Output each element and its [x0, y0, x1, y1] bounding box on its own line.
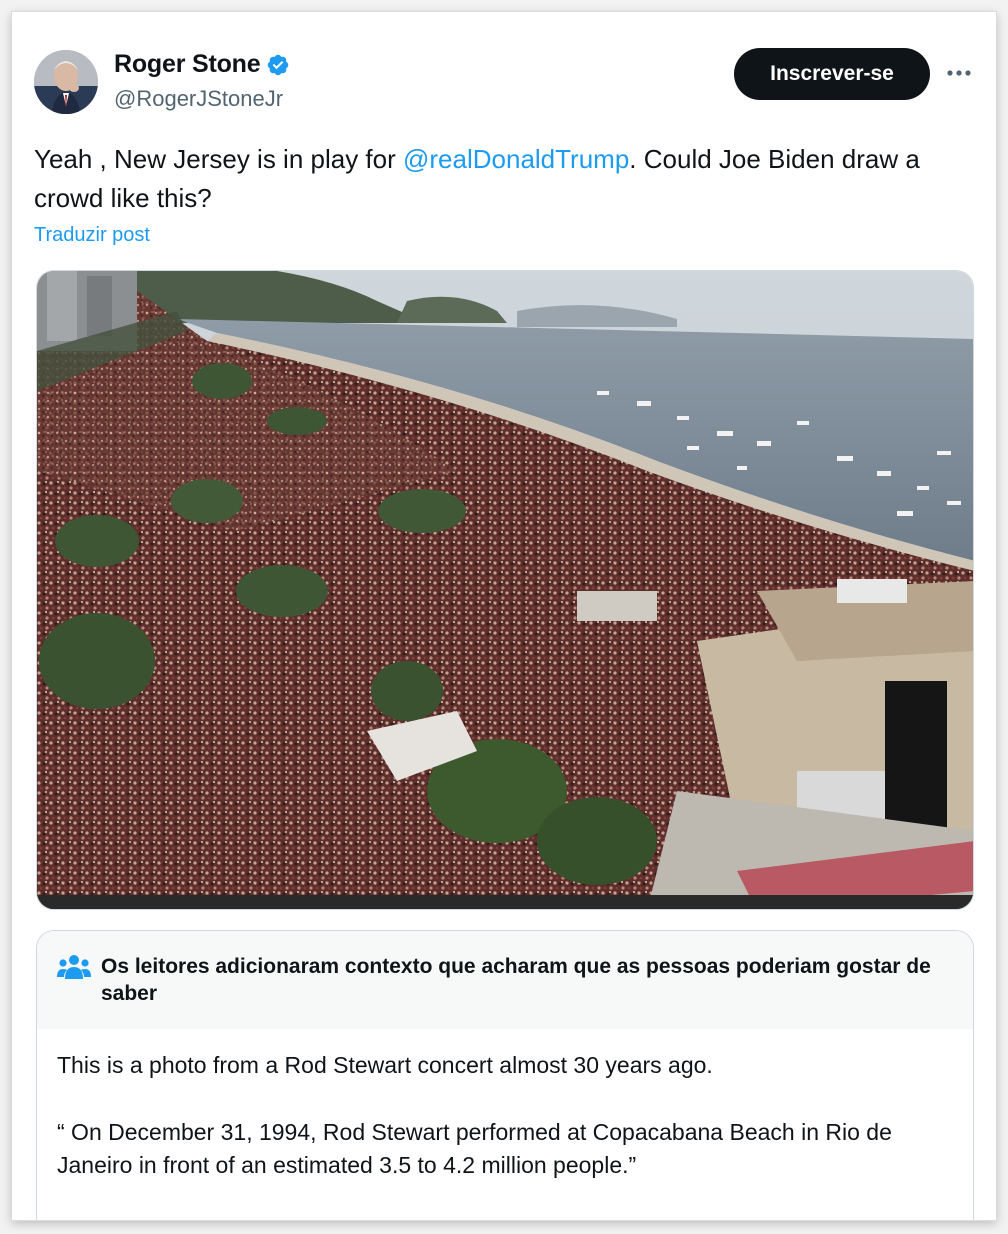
tweet-text: Yeah , New Jersey is in play for @realDo…	[34, 140, 984, 218]
author-name-row[interactable]: Roger Stone	[114, 50, 290, 79]
community-note-paragraph: This is a photo from a Rod Stewart conce…	[57, 1052, 713, 1078]
author-handle[interactable]: @RogerJStoneJr	[114, 86, 283, 112]
tweet-photo[interactable]	[36, 270, 974, 910]
community-note-paragraph: “ On December 31, 1994, Rod Stewart perf…	[57, 1119, 892, 1178]
community-note-body: This is a photo from a Rod Stewart conce…	[57, 1049, 957, 1182]
people-icon	[57, 955, 91, 979]
tweet-header: Roger Stone @RogerJStoneJr Inscrever-se	[12, 12, 996, 132]
avatar[interactable]	[34, 50, 98, 114]
aerial-crowd-beach-photo	[37, 271, 973, 909]
mention-link[interactable]: @realDonaldTrump	[403, 144, 629, 174]
subscribe-button[interactable]: Inscrever-se	[734, 48, 930, 100]
community-note-title: Os leitores adicionaram contexto que ach…	[101, 955, 931, 1005]
more-options-icon[interactable]	[942, 56, 976, 90]
community-note: Os leitores adicionaram contexto que ach…	[36, 930, 974, 1220]
tweet-text-part: Yeah , New Jersey is in play for	[34, 144, 403, 174]
verified-badge-icon	[268, 54, 289, 75]
translate-post-link[interactable]: Traduzir post	[34, 224, 150, 247]
tweet-card: Roger Stone @RogerJStoneJr Inscrever-se …	[12, 12, 996, 1220]
community-note-header: Os leitores adicionaram contexto que ach…	[37, 931, 973, 1029]
author-display-name[interactable]: Roger Stone	[114, 50, 261, 79]
